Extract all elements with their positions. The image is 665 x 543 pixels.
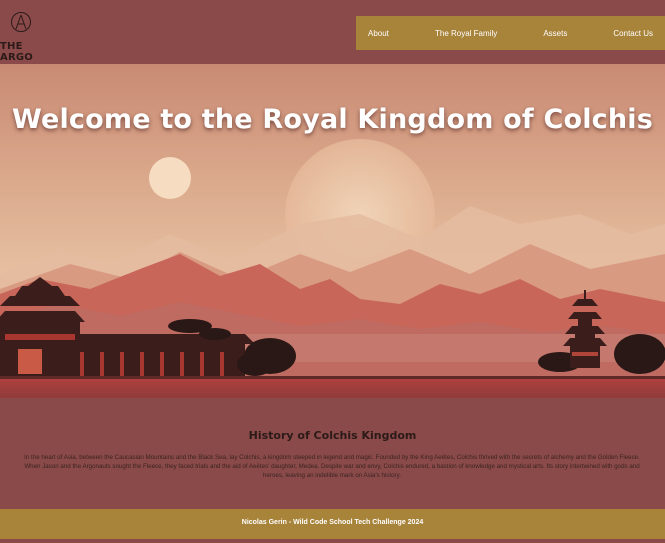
history-text: In the heart of Asia, between the Caucas… [24,454,640,479]
main-nav: About The Royal Family Assets Contact Us [356,16,665,50]
site-header: THE ARGO About The Royal Family Assets C… [0,0,665,64]
logo[interactable]: THE ARGO [0,12,46,63]
site-footer: Nicolas Gerin - Wild Code School Tech Ch… [0,509,665,539]
nav-item-royal-family[interactable]: The Royal Family [435,29,497,38]
nav-item-about[interactable]: About [368,29,389,38]
history-section: History of Colchis Kingdom In the heart … [0,398,665,508]
nav-item-assets[interactable]: Assets [543,29,567,38]
logo-emblem-icon [11,12,31,32]
footer-text: Nicolas Gerin - Wild Code School Tech Ch… [241,519,424,526]
hero-banner: Welcome to the Royal Kingdom of Colchis [0,64,665,398]
logo-text: THE ARGO [0,41,33,63]
history-title: History of Colchis Kingdom [248,429,417,442]
hero-title: Welcome to the Royal Kingdom of Colchis [11,104,654,135]
nav-item-contact-us[interactable]: Contact Us [613,29,653,38]
